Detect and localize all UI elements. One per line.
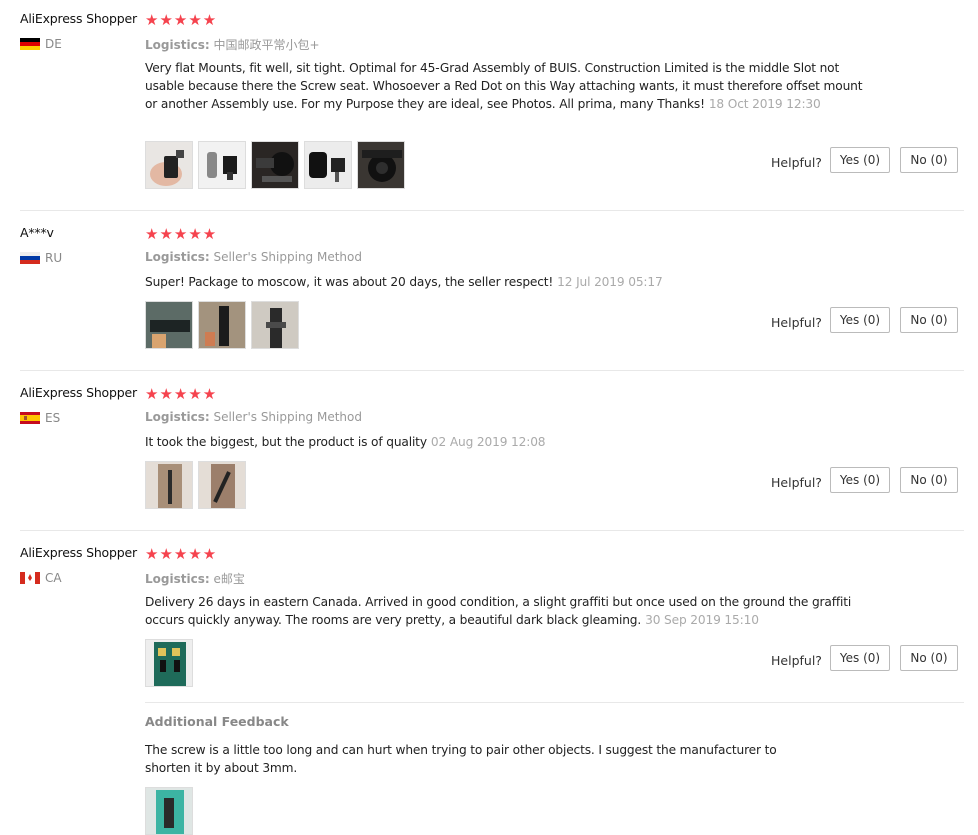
logistics: Logistics: 中国邮政平常小包+ xyxy=(145,36,320,53)
review-photos xyxy=(145,301,299,349)
review-photos xyxy=(145,639,193,687)
logistics: Logistics: Seller's Shipping Method xyxy=(145,250,362,264)
star-rating: ★★★★★ xyxy=(145,11,218,29)
logistics-label: Logistics: xyxy=(145,410,210,424)
country-code: CA xyxy=(45,571,62,585)
review-photo[interactable] xyxy=(304,141,352,189)
reviewer-name: A***v xyxy=(20,225,54,240)
review-date: 12 Jul 2019 05:17 xyxy=(557,275,663,289)
star-rating: ★★★★★ xyxy=(145,545,218,563)
review-photo[interactable] xyxy=(357,141,405,189)
review-photos xyxy=(145,461,246,509)
helpful-no-button[interactable]: No (0) xyxy=(900,147,958,173)
country-code: RU xyxy=(45,251,63,265)
reviewer-country: ES xyxy=(20,411,60,425)
helpful-no-button[interactable]: No (0) xyxy=(900,467,958,493)
review-date: 02 Aug 2019 12:08 xyxy=(430,435,546,449)
helpful-no-button[interactable]: No (0) xyxy=(900,645,958,671)
helpful-label: Helpful? xyxy=(771,315,822,330)
logistics-label: Logistics: xyxy=(145,38,210,52)
review-photo[interactable] xyxy=(198,141,246,189)
review-body: It took the biggest, but the product is … xyxy=(145,435,427,449)
star-rating: ★★★★★ xyxy=(145,225,218,243)
additional-feedback-photos xyxy=(145,787,193,835)
spain-flag-icon xyxy=(20,412,40,424)
helpful-yes-button[interactable]: Yes (0) xyxy=(830,467,890,493)
helpful-no-button[interactable]: No (0) xyxy=(900,307,958,333)
logistics: Logistics: e邮宝 xyxy=(145,570,245,587)
star-rating: ★★★★★ xyxy=(145,385,218,403)
review-text: Super! Package to moscow, it was about 2… xyxy=(145,273,865,291)
review-body: Super! Package to moscow, it was about 2… xyxy=(145,275,554,289)
reviewer-country: DE xyxy=(20,37,62,51)
canada-flag-icon xyxy=(20,572,40,584)
review-photo[interactable] xyxy=(145,639,193,687)
additional-feedback-title: Additional Feedback xyxy=(145,714,289,729)
reviewer-name: AliExpress Shopper xyxy=(20,11,137,26)
logistics-value: 中国邮政平常小包+ xyxy=(213,38,320,52)
logistics-value: e邮宝 xyxy=(213,572,245,586)
country-code: DE xyxy=(45,37,62,51)
helpful-label: Helpful? xyxy=(771,653,822,668)
russia-flag-icon xyxy=(20,252,40,264)
additional-feedback-divider xyxy=(145,702,964,703)
helpful-label: Helpful? xyxy=(771,155,822,170)
review-photos xyxy=(145,141,405,189)
review-photo[interactable] xyxy=(251,301,299,349)
helpful-yes-button[interactable]: Yes (0) xyxy=(830,645,890,671)
review-photo[interactable] xyxy=(145,301,193,349)
additional-feedback-text: The screw is a little too long and can h… xyxy=(145,743,777,775)
logistics-label: Logistics: xyxy=(145,250,210,264)
review-photo[interactable] xyxy=(145,787,193,835)
helpful-label: Helpful? xyxy=(771,475,822,490)
review-divider xyxy=(20,210,964,211)
review-photo[interactable] xyxy=(145,461,193,509)
review-divider xyxy=(20,370,964,371)
logistics-label: Logistics: xyxy=(145,572,210,586)
logistics-value: Seller's Shipping Method xyxy=(213,250,362,264)
helpful-yes-button[interactable]: Yes (0) xyxy=(830,147,890,173)
reviewer-country: RU xyxy=(20,251,62,265)
review-text: Very flat Mounts, fit well, sit tight. O… xyxy=(145,59,865,113)
review-photo[interactable] xyxy=(251,141,299,189)
review-text: It took the biggest, but the product is … xyxy=(145,433,865,451)
logistics-value: Seller's Shipping Method xyxy=(213,410,362,424)
logistics: Logistics: Seller's Shipping Method xyxy=(145,410,362,424)
review-date: 30 Sep 2019 15:10 xyxy=(645,613,759,627)
reviewer-country: CA xyxy=(20,571,62,585)
germany-flag-icon xyxy=(20,38,40,50)
review-divider xyxy=(20,530,964,531)
review-date: 18 Oct 2019 12:30 xyxy=(708,97,821,111)
review-text: Delivery 26 days in eastern Canada. Arri… xyxy=(145,593,865,629)
country-code: ES xyxy=(45,411,61,425)
reviewer-name: AliExpress Shopper xyxy=(20,385,137,400)
helpful-yes-button[interactable]: Yes (0) xyxy=(830,307,890,333)
review-photo[interactable] xyxy=(198,301,246,349)
review-photo[interactable] xyxy=(145,141,193,189)
reviewer-name: AliExpress Shopper xyxy=(20,545,137,560)
review-photo[interactable] xyxy=(198,461,246,509)
